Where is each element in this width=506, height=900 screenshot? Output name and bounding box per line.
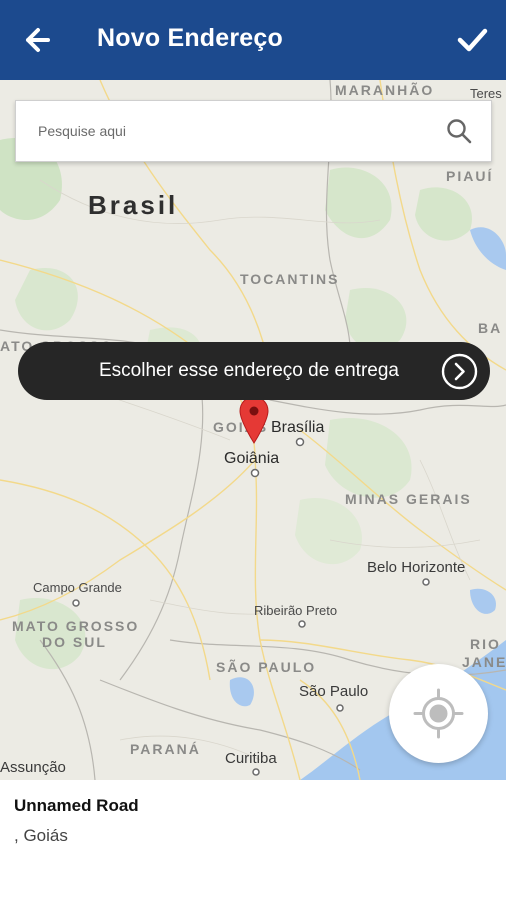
map-label-state: DO SUL: [42, 634, 107, 650]
map-label-city: Goiânia: [224, 450, 280, 467]
map-label-state: RIO: [470, 636, 501, 652]
map-label-state: PARANÁ: [130, 741, 201, 757]
map-pin-icon: [239, 396, 269, 444]
page-title: Novo Endereço: [97, 24, 283, 52]
map-label-state: MATO GROSSO: [12, 618, 140, 634]
map-label-city: Campo Grande: [33, 580, 122, 595]
chevron-right-circle-icon: [441, 353, 478, 390]
map-label-state: MARANHÃO: [335, 82, 435, 98]
check-icon[interactable]: [452, 22, 492, 58]
search-icon[interactable]: [445, 117, 473, 145]
address-title: Unnamed Road: [14, 796, 139, 815]
address-subtitle: , Goiás: [14, 826, 68, 845]
address-panel: Unnamed Road , Goiás: [0, 780, 506, 900]
map-label-state: SÃO PAULO: [216, 659, 317, 675]
map-label-state: TOCANTINS: [240, 271, 340, 287]
app-bar: Novo Endereço: [0, 0, 506, 80]
map-label-city: Assunção: [0, 759, 66, 776]
map-label-city: Brasília: [271, 419, 325, 436]
map-label-state: PIAUÍ: [446, 168, 494, 184]
search-box[interactable]: Pesquise aqui: [15, 100, 492, 162]
map-label-city: São Paulo: [299, 683, 369, 700]
map-label-city: Ribeirão Preto: [254, 603, 338, 618]
my-location-button[interactable]: [389, 664, 488, 763]
choose-address-button[interactable]: Escolher esse endereço de entrega: [18, 342, 490, 400]
map-label-country: Brasil: [88, 190, 179, 220]
map-label-city: Belo Horizonte: [367, 559, 466, 576]
map-label-city: Teres: [470, 86, 502, 101]
crosshair-icon: [413, 688, 464, 739]
search-input[interactable]: Pesquise aqui: [38, 123, 126, 139]
choose-address-label: Escolher esse endereço de entrega: [99, 360, 399, 381]
arrow-left-icon[interactable]: [18, 22, 58, 58]
map-label-state: MINAS GERAIS: [345, 491, 472, 507]
map-label-state: JANE: [462, 654, 506, 670]
map-label-city: Curitiba: [225, 750, 277, 767]
map-label-state: BA: [478, 320, 503, 336]
